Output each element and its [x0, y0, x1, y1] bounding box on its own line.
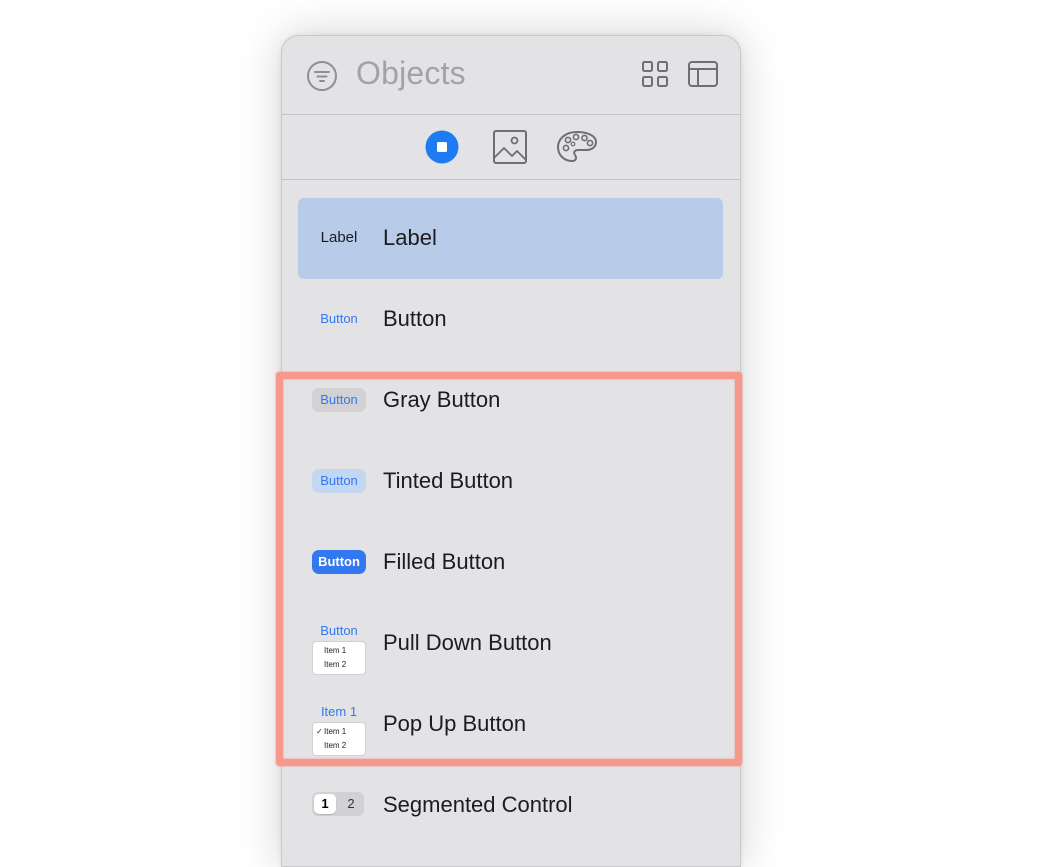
object-library-panel: Objects Label Label Button Button Button…: [281, 35, 741, 867]
pull-down-thumbnail-title: Button: [320, 623, 358, 638]
button-thumbnail: Button: [320, 311, 358, 326]
menu-item: Item 2: [324, 660, 347, 669]
grid-view-icon[interactable]: [642, 61, 668, 87]
menu-item: Item 2: [324, 741, 347, 750]
list-item-label[interactable]: Label Label: [298, 198, 723, 279]
tab-media-icon[interactable]: [492, 129, 528, 165]
checkmark-icon: ✓: [316, 727, 323, 736]
tab-colors-icon[interactable]: [556, 129, 598, 165]
list-item-name: Segmented Control: [383, 792, 573, 817]
segment-1: 1: [314, 794, 336, 814]
list-item-name: Button: [383, 306, 447, 331]
layout-panel-icon[interactable]: [688, 61, 718, 87]
pull-down-thumbnail-menu: Item 1 Item 2: [312, 641, 366, 675]
list-item-pull-down-button[interactable]: Button Item 1 Item 2 Pull Down Button: [298, 603, 723, 684]
list-item-name: Pull Down Button: [383, 630, 552, 655]
segmented-control-thumbnail: 1 2: [312, 792, 364, 816]
search-title[interactable]: Objects: [356, 55, 466, 92]
menu-item: Item 1: [324, 646, 347, 655]
list-item-pop-up-button[interactable]: Item 1 ✓ Item 1 Item 2 Pop Up Button: [298, 684, 723, 765]
list-item-name: Filled Button: [383, 549, 506, 574]
segment-2: 2: [347, 796, 355, 811]
list-item-tinted-button[interactable]: Button Tinted Button: [298, 441, 723, 522]
pop-up-thumbnail-menu: ✓ Item 1 Item 2: [312, 722, 366, 756]
list-item-button[interactable]: Button Button: [298, 279, 723, 360]
list-item-name: Tinted Button: [383, 468, 514, 493]
list-item-name: Gray Button: [383, 387, 501, 412]
filled-button-thumbnail: Button: [312, 550, 366, 574]
list-item-name: Pop Up Button: [383, 711, 527, 736]
panel-header: Objects: [282, 36, 740, 115]
list-item-segmented-control[interactable]: 1 2 Segmented Control: [298, 765, 723, 846]
tab-objects-icon[interactable]: [424, 129, 460, 165]
label-thumbnail: Label: [320, 229, 358, 246]
list-item-gray-button[interactable]: Button Gray Button: [298, 360, 723, 441]
tinted-button-thumbnail: Button: [312, 469, 366, 493]
list-item-name: Label: [383, 225, 437, 250]
menu-item: Item 1: [324, 727, 347, 736]
gray-button-thumbnail: Button: [312, 388, 366, 412]
library-tabs: [282, 115, 740, 180]
filter-icon[interactable]: [306, 60, 338, 92]
pop-up-thumbnail-title: Item 1: [320, 704, 358, 719]
list-item-filled-button[interactable]: Button Filled Button: [298, 522, 723, 603]
